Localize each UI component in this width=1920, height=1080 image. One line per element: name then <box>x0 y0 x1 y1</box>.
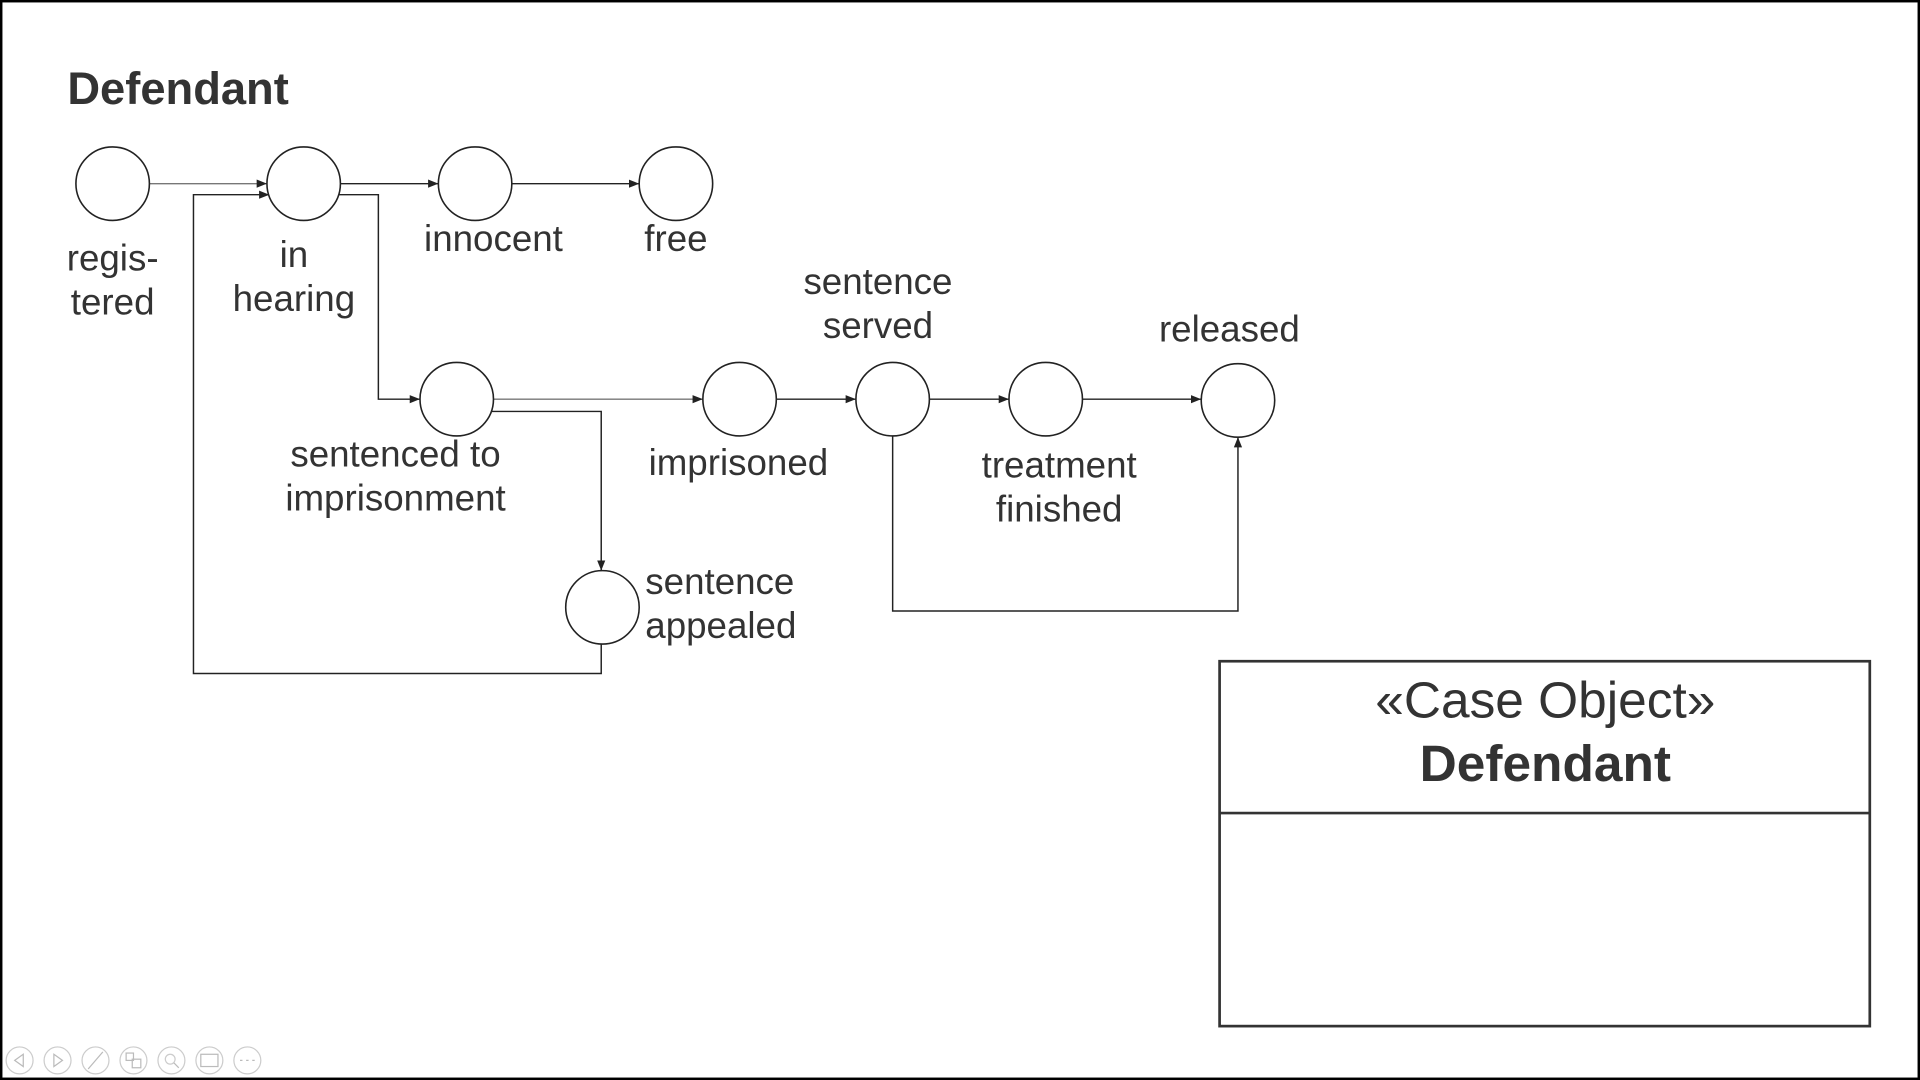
state-node <box>638 146 714 222</box>
state-label: tered <box>71 282 155 323</box>
state-node <box>702 361 778 437</box>
subtitles-icon[interactable] <box>195 1046 224 1075</box>
state-node <box>419 361 495 437</box>
state-label: released <box>1159 309 1300 350</box>
state-label: innocent <box>424 218 563 259</box>
state-label: in <box>280 234 309 275</box>
state-node <box>437 146 513 222</box>
state-label: served <box>823 305 933 346</box>
previous-icon[interactable] <box>5 1046 34 1075</box>
state-label: sentence <box>645 561 794 602</box>
state-label: appealed <box>645 605 796 646</box>
pen-icon[interactable] <box>81 1046 110 1075</box>
state-label: finished <box>996 489 1123 530</box>
state-free: free <box>638 146 714 259</box>
state-node <box>75 146 151 222</box>
state-label: regis- <box>67 238 159 279</box>
state-label: free <box>644 218 707 259</box>
next-icon[interactable] <box>43 1046 72 1075</box>
state-label: sentenced to <box>290 434 500 475</box>
diagram-canvas: Defendant regis-tered inhearing innocent fr… <box>0 0 1920 1080</box>
case-object-name: Defendant <box>1420 734 1671 792</box>
state-node <box>1200 362 1276 438</box>
state-node <box>564 569 640 645</box>
slides-icon[interactable] <box>119 1046 148 1075</box>
state-label: imprisonment <box>285 478 505 519</box>
state-label: imprisoned <box>649 442 829 483</box>
state-node <box>1008 361 1084 437</box>
diagram-title: Defendant <box>67 63 288 114</box>
zoom-icon[interactable] <box>157 1046 186 1075</box>
state-label: hearing <box>233 278 356 319</box>
more-icon[interactable] <box>233 1046 262 1075</box>
case-object-box: «Case Object» Defendant <box>1218 659 1872 1028</box>
state-label: sentence <box>803 261 952 302</box>
state-label: treatment <box>982 445 1137 486</box>
state-node <box>266 146 342 222</box>
case-object-stereotype: «Case Object» <box>1375 671 1715 729</box>
state-node <box>855 361 931 437</box>
